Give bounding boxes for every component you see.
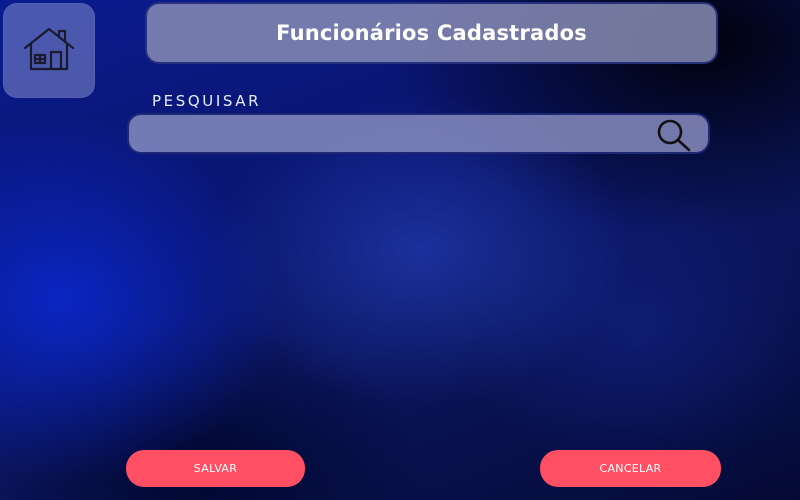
cancel-button[interactable]: CANCELAR: [540, 450, 721, 487]
search-input[interactable]: [141, 119, 645, 151]
page-title: Funcionários Cadastrados: [276, 21, 587, 45]
search-box: [127, 113, 710, 154]
save-button[interactable]: SALVAR: [126, 450, 305, 487]
search-icon[interactable]: [656, 118, 692, 152]
home-button[interactable]: [3, 3, 95, 98]
search-label: PESQUISAR: [152, 92, 262, 110]
home-icon: [23, 26, 75, 76]
page-title-bar: Funcionários Cadastrados: [145, 2, 718, 64]
